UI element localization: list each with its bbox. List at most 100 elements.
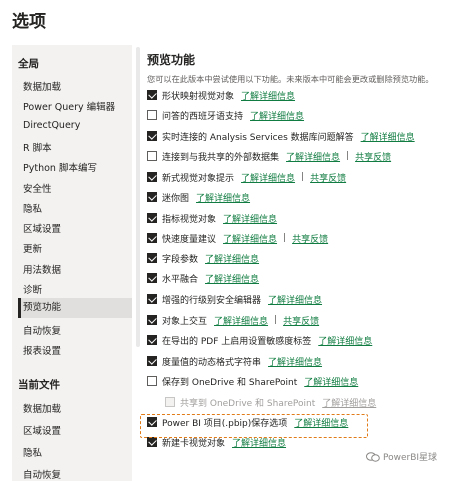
page-title: 预览功能 xyxy=(147,53,196,67)
learn-more-link[interactable]: 了解详细信息 xyxy=(241,171,295,184)
highlight-box xyxy=(140,414,368,438)
watermark-text: PowerBI星球 xyxy=(383,453,438,463)
learn-more-link[interactable]: 了解详细信息 xyxy=(268,293,322,306)
feature-checkbox xyxy=(165,397,175,407)
feature-checkbox[interactable] xyxy=(147,294,157,304)
feature-checkbox[interactable] xyxy=(147,172,157,182)
learn-more-link[interactable]: 了解详细信息 xyxy=(214,314,268,327)
link-separator: | xyxy=(301,172,305,182)
feature-label: 增强的行级别安全编辑器 xyxy=(162,295,262,306)
feature-row: 迷你图 了解详细信息 xyxy=(147,190,250,204)
window-title: 选项 xyxy=(12,12,46,32)
sidebar-item[interactable]: 诊断 xyxy=(23,282,42,296)
sidebar-section-header: 全局 xyxy=(18,58,39,70)
feature-checkbox[interactable] xyxy=(147,110,157,120)
sidebar-item[interactable]: 自动恢复 xyxy=(23,323,61,337)
feature-checkbox[interactable] xyxy=(147,151,157,161)
feature-row: 字段参数 了解详细信息 xyxy=(147,251,259,265)
share-feedback-link[interactable]: 共享反馈 xyxy=(310,171,346,184)
feature-row: 共享到 OneDrive 和 SharePoint 了解详细信息 xyxy=(165,395,376,409)
feature-label: 迷你图 xyxy=(162,193,190,204)
feature-label: 对象上交互 xyxy=(162,316,208,327)
options-sidebar: 全局数据加载 Power Query 编辑器 DirectQuery R 脚本 Pyth… xyxy=(12,45,132,481)
feature-row: 新式视觉对象提示 了解详细信息 | 共享反馈 xyxy=(147,170,346,184)
sidebar-item[interactable]: Power Query 编辑器 xyxy=(23,99,115,113)
sidebar-item[interactable]: 数据加载 xyxy=(23,79,61,93)
sidebar-item[interactable]: 隐私 xyxy=(23,445,42,459)
feature-checkbox[interactable] xyxy=(147,376,157,386)
feature-row: 实时连接的 Analysis Services 数据库问题解答 了解详细信息 xyxy=(147,129,415,143)
feature-checkbox[interactable] xyxy=(147,192,157,202)
learn-more-link[interactable]: 了解详细信息 xyxy=(241,89,295,102)
learn-more-link[interactable]: 了解详细信息 xyxy=(268,355,322,368)
feature-checkbox[interactable] xyxy=(147,213,157,223)
feature-row: 在导出的 PDF 上启用设置敏感度标签 了解详细信息 xyxy=(147,333,372,347)
feature-row: 对象上交互 了解详细信息 | 共享反馈 xyxy=(147,313,319,327)
feature-checkbox[interactable] xyxy=(147,356,157,366)
learn-more-link[interactable]: 了解详细信息 xyxy=(304,375,358,388)
sidebar-item[interactable]: 数据加载 xyxy=(23,401,61,415)
sidebar-item[interactable]: R 脚本 xyxy=(23,140,52,154)
feature-label: 保存到 OneDrive 和 SharePoint xyxy=(162,377,298,388)
wechat-icon xyxy=(366,451,380,462)
feature-row: 水平融合 了解详细信息 xyxy=(147,271,259,285)
learn-more-link[interactable]: 了解详细信息 xyxy=(361,130,415,143)
sidebar-item[interactable]: 隐私 xyxy=(23,201,42,215)
share-feedback-link[interactable]: 共享反馈 xyxy=(355,150,391,163)
feature-row: 增强的行级别安全编辑器 了解详细信息 xyxy=(147,292,322,306)
sidebar-active-indicator xyxy=(18,298,21,319)
feature-row: 指标视觉对象 了解详细信息 xyxy=(147,211,277,225)
feature-checkbox[interactable] xyxy=(147,131,157,141)
feature-label: 问答的西班牙语支持 xyxy=(162,111,244,122)
share-feedback-link[interactable]: 共享反馈 xyxy=(292,232,328,245)
learn-more-link[interactable]: 了解详细信息 xyxy=(250,109,304,122)
sidebar-item[interactable]: 区域设置 xyxy=(23,423,61,437)
feature-label: 在导出的 PDF 上启用设置敏感度标签 xyxy=(162,336,312,347)
feature-label: 新式视觉对象提示 xyxy=(162,173,235,184)
sidebar-item[interactable]: Python 脚本编写 xyxy=(23,160,97,174)
link-separator: | xyxy=(274,315,278,325)
feature-row: 连接到与我共享的外部数据集 了解详细信息 | 共享反馈 xyxy=(147,149,391,163)
sidebar-item[interactable]: 报表设置 xyxy=(23,343,61,357)
feature-label: 指标视觉对象 xyxy=(162,214,217,225)
feature-row: 快速度量建议 了解详细信息 | 共享反馈 xyxy=(147,231,328,245)
feature-label: 实时连接的 Analysis Services 数据库问题解答 xyxy=(162,132,354,143)
sidebar-item[interactable]: 用法数据 xyxy=(23,262,61,276)
watermark: PowerBI星球 xyxy=(366,450,437,463)
sidebar-item[interactable]: DirectQuery xyxy=(23,120,80,131)
link-separator: | xyxy=(283,233,287,243)
feature-checkbox[interactable] xyxy=(147,233,157,243)
sidebar-item[interactable]: 更新 xyxy=(23,241,42,255)
learn-more-link[interactable]: 了解详细信息 xyxy=(205,252,259,265)
learn-more-link[interactable]: 了解详细信息 xyxy=(196,191,250,204)
learn-more-link[interactable]: 了解详细信息 xyxy=(205,272,259,285)
feature-row: 形状映射视觉对象 了解详细信息 xyxy=(147,88,295,102)
feature-checkbox[interactable] xyxy=(147,437,157,447)
sidebar-item[interactable]: 自动恢复 xyxy=(23,467,61,481)
feature-checkbox[interactable] xyxy=(147,335,157,345)
feature-label: 字段参数 xyxy=(162,254,199,265)
learn-more-link[interactable]: 了解详细信息 xyxy=(318,334,372,347)
feature-checkbox[interactable] xyxy=(147,253,157,263)
feature-label: 快速度量建议 xyxy=(162,234,217,245)
feature-label: 共享到 OneDrive 和 SharePoint xyxy=(180,398,316,409)
link-separator: | xyxy=(346,151,350,161)
feature-row: 问答的西班牙语支持 了解详细信息 xyxy=(147,108,304,122)
page-description: 您可以在此版本中尝试使用以下功能。未来版本中可能会更改或删除预览功能。 xyxy=(147,74,434,84)
sidebar-item[interactable]: 区域设置 xyxy=(23,221,61,235)
share-feedback-link[interactable]: 共享反馈 xyxy=(283,314,319,327)
feature-checkbox[interactable] xyxy=(147,315,157,325)
feature-label: 形状映射视觉对象 xyxy=(162,91,235,102)
feature-checkbox[interactable] xyxy=(147,273,157,283)
sidebar-section-header: 当前文件 xyxy=(18,379,60,391)
sidebar-item[interactable]: 安全性 xyxy=(23,181,52,195)
sidebar-item[interactable]: 预览功能 xyxy=(18,298,132,319)
feature-label: 连接到与我共享的外部数据集 xyxy=(162,152,280,163)
feature-checkbox[interactable] xyxy=(147,90,157,100)
feature-row: 度量值的动态格式字符串 了解详细信息 xyxy=(147,354,322,368)
scrollbar-thumb[interactable] xyxy=(136,47,140,347)
learn-more-link[interactable]: 了解详细信息 xyxy=(322,396,376,409)
learn-more-link[interactable]: 了解详细信息 xyxy=(223,212,277,225)
learn-more-link[interactable]: 了解详细信息 xyxy=(286,150,340,163)
learn-more-link[interactable]: 了解详细信息 xyxy=(223,232,277,245)
